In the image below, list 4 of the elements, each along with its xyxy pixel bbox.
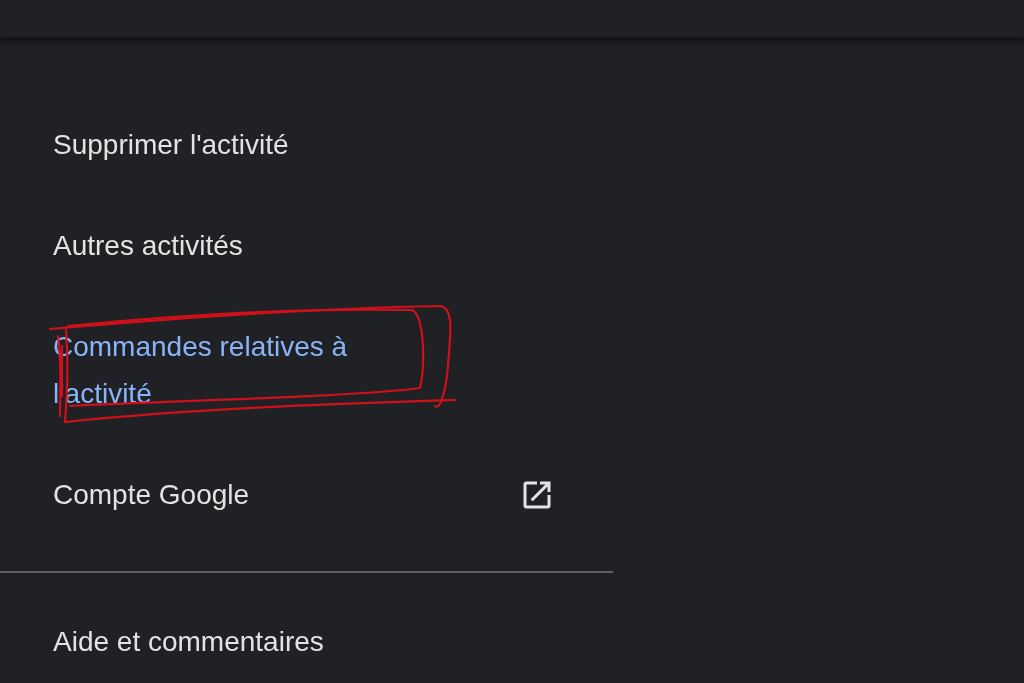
menu-item[interactable]: Aide et commentaires (53, 618, 324, 665)
menu-item[interactable]: Autres activités (53, 222, 243, 269)
menu-item[interactable]: Supprimer l'activité (53, 121, 289, 168)
menu-item[interactable]: Compte Google (53, 471, 250, 518)
